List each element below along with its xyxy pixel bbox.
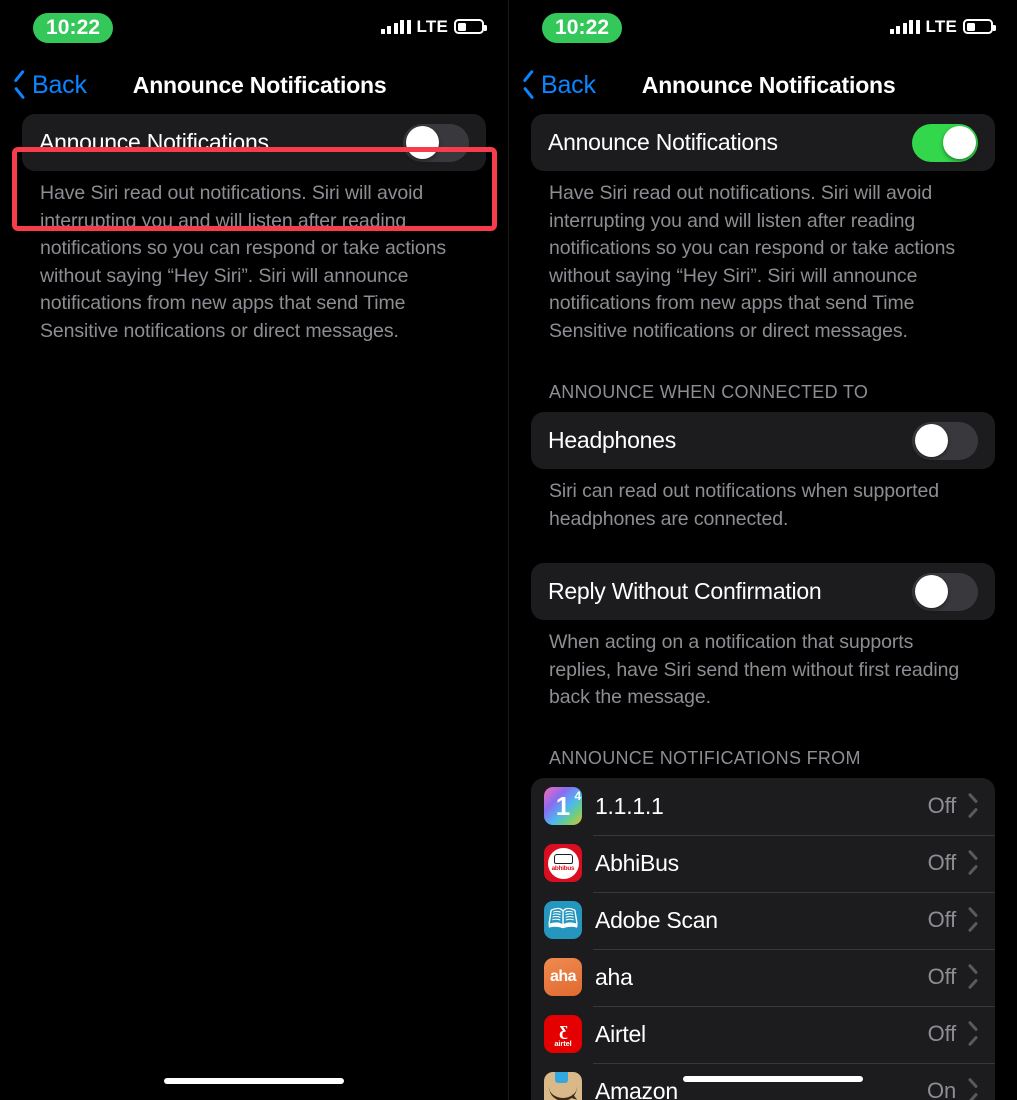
app-icon-adobe: 🕮 (544, 901, 582, 939)
headphones-card: Headphones (531, 412, 995, 469)
list-item[interactable]: aha aha Off (531, 948, 995, 1006)
dual-screenshot-container: 10:22 LTE Back Announce Notifications An… (0, 0, 1017, 1100)
headphones-footnote: Siri can read out notifications when sup… (549, 480, 939, 530)
status-time: 10:22 (33, 13, 114, 43)
app-name: AbhiBus (595, 849, 679, 876)
announce-notifications-label: Announce Notifications (39, 129, 269, 155)
app-state: On (927, 1078, 956, 1100)
reply-without-confirmation-row[interactable]: Reply Without Confirmation (531, 563, 995, 620)
announce-notifications-toggle-row[interactable]: Announce Notifications (531, 114, 995, 171)
headphones-toggle-row[interactable]: Headphones (531, 412, 995, 469)
back-button-label: Back (541, 70, 596, 99)
back-button[interactable]: Back (14, 71, 87, 100)
carrier-label: LTE (925, 17, 957, 36)
reply-without-confirmation-card: Reply Without Confirmation (531, 563, 995, 620)
chevron-right-icon (968, 1082, 978, 1100)
battery-icon (963, 19, 996, 34)
headphones-toggle[interactable] (912, 421, 978, 460)
apps-list: 14 1.1.1.1 Off abhibus AbhiBus Off 🕮 Ado… (531, 777, 995, 1100)
left-content: Announce Notifications Have Siri read ou… (0, 114, 508, 345)
carrier-label: LTE (416, 17, 448, 36)
app-state: Off (927, 793, 957, 818)
status-time: 10:22 (542, 13, 623, 43)
page-title: Announce Notifications (132, 71, 387, 98)
toggle-knob (942, 126, 976, 159)
back-button[interactable]: Back (523, 71, 596, 100)
app-name: 1.1.1.1 (595, 792, 664, 819)
section-header-connected-to: ANNOUNCE WHEN CONNECTED TO (549, 382, 869, 402)
app-icon-airtel: ʒ airtel (544, 1015, 582, 1053)
app-state: Off (927, 964, 957, 989)
signal-bars-icon (380, 19, 411, 34)
announce-notifications-footnote: Have Siri read out notifications. Siri w… (549, 182, 956, 342)
section-header-notifications-from: ANNOUNCE NOTIFICATIONS FROM (549, 747, 861, 768)
toggle-knob (914, 575, 948, 608)
chevron-left-icon (14, 74, 27, 96)
home-indicator (164, 1078, 344, 1084)
chevron-right-icon (968, 1025, 978, 1043)
left-phone-screen: 10:22 LTE Back Announce Notifications An… (0, 0, 508, 1100)
reply-without-confirmation-label: Reply Without Confirmation (548, 578, 822, 604)
list-item[interactable]: abhibus AbhiBus Off (531, 834, 995, 892)
list-item[interactable]: ʒ airtel Airtel Off (531, 1005, 995, 1063)
chevron-right-icon (968, 911, 978, 929)
announce-notifications-footnote: Have Siri read out notifications. Siri w… (40, 182, 447, 342)
status-indicators: LTE (889, 17, 996, 36)
app-state: Off (927, 907, 957, 932)
app-name: aha (595, 963, 633, 990)
chevron-right-icon (968, 797, 978, 815)
headphones-label: Headphones (548, 427, 676, 453)
app-name: Airtel (595, 1020, 646, 1047)
status-bar-right: 10:22 LTE (509, 0, 1017, 56)
status-indicators: LTE (380, 17, 487, 36)
app-state: Off (927, 1021, 957, 1046)
app-icon-aha: aha (544, 958, 582, 996)
page-title: Announce Notifications (641, 71, 896, 98)
announce-notifications-toggle[interactable] (912, 123, 978, 162)
toggle-knob (914, 424, 948, 457)
back-button-label: Back (32, 70, 87, 99)
nav-bar-left: Back Announce Notifications (0, 56, 508, 114)
signal-bars-icon (889, 19, 920, 34)
chevron-right-icon (968, 968, 978, 986)
announce-notifications-toggle[interactable] (403, 123, 469, 162)
battery-icon (454, 19, 487, 34)
reply-without-confirmation-toggle[interactable] (912, 572, 978, 611)
app-name: Adobe Scan (595, 906, 718, 933)
status-bar-left: 10:22 LTE (0, 0, 508, 56)
list-item[interactable]: 🕮 Adobe Scan Off (531, 891, 995, 949)
app-icon-1111: 14 (544, 787, 582, 825)
toggle-knob (405, 126, 439, 159)
announce-notifications-toggle-row[interactable]: Announce Notifications (22, 114, 486, 171)
announce-notifications-label: Announce Notifications (548, 129, 778, 155)
chevron-right-icon (968, 854, 978, 872)
list-item[interactable]: 14 1.1.1.1 Off (531, 778, 995, 835)
right-phone-screen: 10:22 LTE Back Announce Notifications An… (509, 0, 1017, 1100)
nav-bar-right: Back Announce Notifications (509, 56, 1017, 114)
app-state: Off (927, 850, 957, 875)
chevron-left-icon (523, 74, 536, 96)
home-indicator (683, 1076, 863, 1082)
app-icon-amazon (544, 1072, 582, 1100)
right-content: Announce Notifications Have Siri read ou… (509, 114, 1017, 1100)
announce-notifications-card-right: Announce Notifications (531, 114, 995, 171)
reply-without-confirmation-footnote: When acting on a notification that suppo… (549, 631, 960, 708)
announce-notifications-card-left: Announce Notifications (22, 114, 486, 171)
app-icon-abhibus: abhibus (544, 844, 582, 882)
